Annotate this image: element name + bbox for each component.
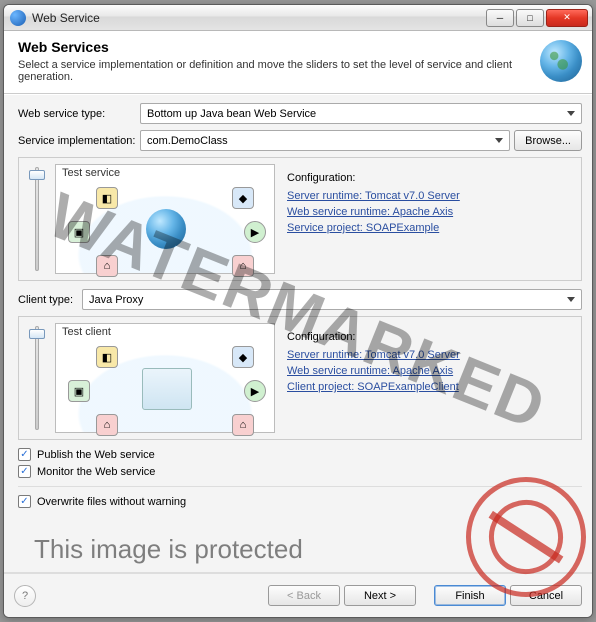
link-client-server-runtime[interactable]: Server runtime: Tomcat v7.0 Server [287, 349, 569, 361]
browse-button[interactable]: Browse... [514, 130, 582, 151]
slider-thumb[interactable] [29, 170, 45, 180]
chevron-down-icon [495, 138, 503, 143]
combo-service-impl[interactable]: com.DemoClass [140, 130, 510, 151]
client-graphic-scene: ◧ ▣ ⌂ ◆ ▶ ⌂ [56, 340, 274, 432]
link-client-project[interactable]: Client project: SOAPExampleClient [287, 381, 569, 393]
service-graphic-scene: ◧ ▣ ⌂ ◆ ▶ ⌂ [56, 181, 274, 273]
combo-web-service-type[interactable]: Bottom up Java bean Web Service [140, 103, 582, 124]
play-icon: ▶ [244, 221, 266, 243]
checkbox-icon: ✓ [18, 465, 31, 478]
node-icon: ◧ [96, 346, 118, 368]
separator [18, 486, 582, 487]
page-subtitle: Select a service implementation or defin… [18, 59, 532, 83]
service-graphic-title: Test service [56, 165, 274, 181]
play-icon: ▶ [244, 380, 266, 402]
chevron-down-icon [567, 111, 575, 116]
node-icon: ⌂ [96, 255, 118, 277]
help-button[interactable]: ? [14, 585, 36, 607]
window-title: Web Service [32, 11, 484, 25]
row-service-impl: Service implementation: com.DemoClass Br… [18, 130, 582, 151]
close-button[interactable]: ✕ [546, 9, 588, 27]
header-panel: Web Services Select a service implementa… [4, 31, 592, 94]
node-icon: ⌂ [96, 414, 118, 436]
check-publish[interactable]: ✓ Publish the Web service [18, 448, 582, 461]
node-icon: ⌂ [232, 414, 254, 436]
cancel-button[interactable]: Cancel [510, 585, 582, 606]
check-monitor-label: Monitor the Web service [37, 466, 155, 478]
maximize-button[interactable]: □ [516, 9, 544, 27]
node-icon: ◆ [232, 346, 254, 368]
next-button[interactable]: Next > [344, 585, 416, 606]
node-icon: ▣ [68, 221, 90, 243]
node-icon: ▣ [68, 380, 90, 402]
combo-client-type-value: Java Proxy [89, 294, 143, 306]
row-client-type: Client type: Java Proxy [18, 289, 582, 310]
link-client-ws-runtime[interactable]: Web service runtime: Apache Axis [287, 365, 569, 377]
titlebar: Web Service ─ □ ✕ [4, 5, 592, 31]
service-graphic: Test service ◧ ▣ ⌂ ◆ ▶ ⌂ [55, 164, 275, 274]
check-overwrite-label: Overwrite files without warning [37, 496, 186, 508]
combo-service-impl-value: com.DemoClass [147, 135, 228, 147]
check-overwrite[interactable]: ✓ Overwrite files without warning [18, 495, 582, 508]
slider-thumb[interactable] [29, 329, 45, 339]
protected-text: This image is protected [34, 534, 303, 565]
node-icon: ◆ [232, 187, 254, 209]
dialog-window: Web Service ─ □ ✕ Web Services Select a … [3, 4, 593, 618]
client-config: Configuration: Server runtime: Tomcat v7… [281, 323, 575, 433]
node-icon: ◧ [96, 187, 118, 209]
app-icon [10, 10, 26, 26]
minimize-button[interactable]: ─ [486, 9, 514, 27]
footer: ? < Back Next > Finish Cancel [4, 573, 592, 617]
client-graphic-title: Test client [56, 324, 274, 340]
check-monitor[interactable]: ✓ Monitor the Web service [18, 465, 582, 478]
service-panel: Test service ◧ ▣ ⌂ ◆ ▶ ⌂ Configuration: … [18, 157, 582, 281]
service-config: Configuration: Server runtime: Tomcat v7… [281, 164, 575, 274]
checkbox-icon: ✓ [18, 448, 31, 461]
config-label: Configuration: [287, 331, 569, 343]
combo-client-type[interactable]: Java Proxy [82, 289, 582, 310]
globe-icon [146, 209, 186, 249]
service-level-slider[interactable] [25, 164, 49, 274]
client-graphic: Test client ◧ ▣ ⌂ ◆ ▶ ⌂ [55, 323, 275, 433]
browser-icon [142, 368, 192, 410]
combo-web-service-type-value: Bottom up Java bean Web Service [147, 108, 316, 120]
row-web-service-type: Web service type: Bottom up Java bean We… [18, 103, 582, 124]
client-level-slider[interactable] [25, 323, 49, 433]
main-content: Web service type: Bottom up Java bean We… [4, 94, 592, 573]
link-ws-runtime[interactable]: Web service runtime: Apache Axis [287, 206, 569, 218]
client-panel: Test client ◧ ▣ ⌂ ◆ ▶ ⌂ Configuration: S… [18, 316, 582, 440]
label-client-type: Client type: [18, 294, 78, 306]
check-publish-label: Publish the Web service [37, 449, 155, 461]
node-icon: ⌂ [232, 255, 254, 277]
checkbox-icon: ✓ [18, 495, 31, 508]
chevron-down-icon [567, 297, 575, 302]
finish-button[interactable]: Finish [434, 585, 506, 606]
link-server-runtime[interactable]: Server runtime: Tomcat v7.0 Server [287, 190, 569, 202]
back-button[interactable]: < Back [268, 585, 340, 606]
label-service-impl: Service implementation: [18, 135, 136, 147]
globe-icon [540, 40, 582, 82]
label-web-service-type: Web service type: [18, 108, 136, 120]
config-label: Configuration: [287, 172, 569, 184]
link-service-project[interactable]: Service project: SOAPExample [287, 222, 569, 234]
page-title: Web Services [18, 39, 532, 55]
